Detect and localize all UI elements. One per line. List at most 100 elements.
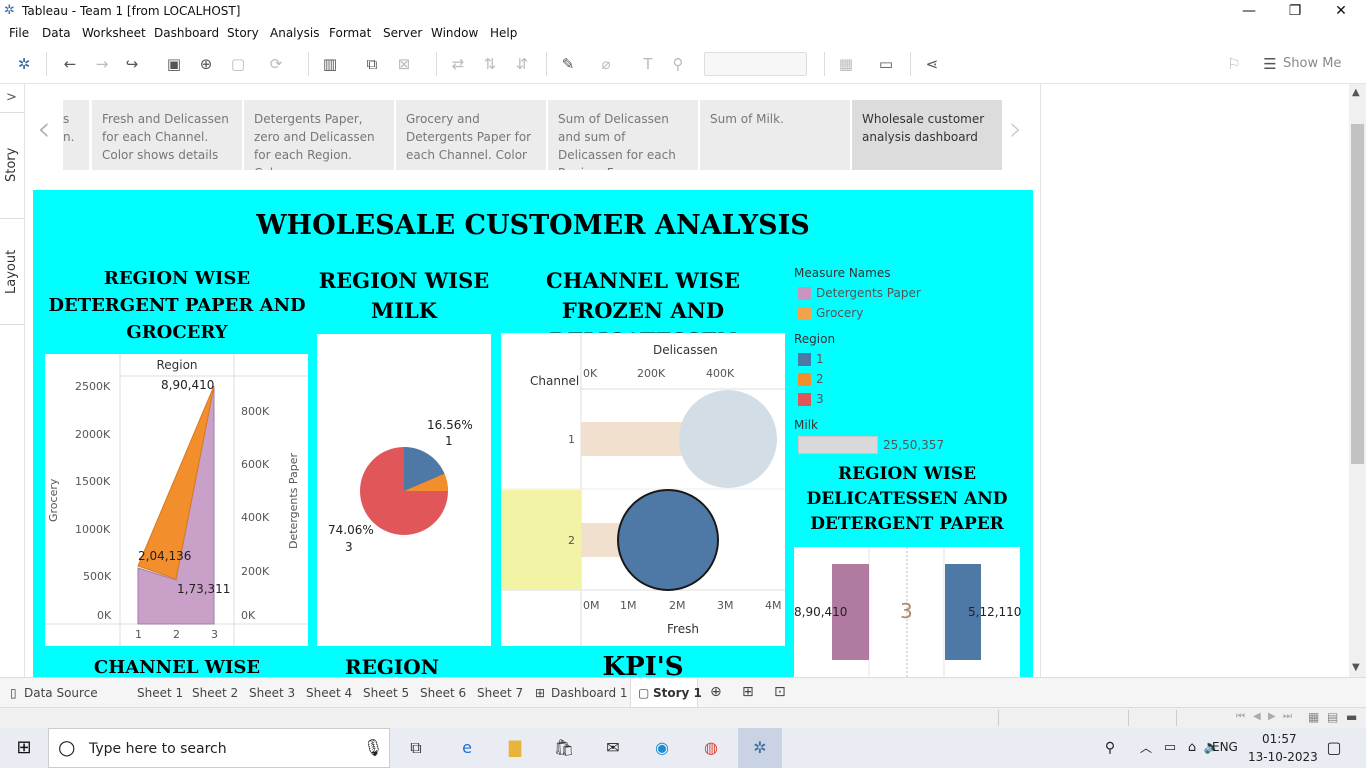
- show-me-label[interactable]: Show Me: [1283, 56, 1341, 71]
- store-icon[interactable]: 🛍: [552, 736, 576, 760]
- expand-icon[interactable]: >: [6, 90, 17, 105]
- vertical-scrollbar[interactable]: ▲ ▼: [1349, 84, 1366, 677]
- pause-updates-icon[interactable]: ▢: [228, 54, 248, 74]
- tab-sheet-7[interactable]: Sheet 7: [477, 686, 523, 700]
- taskbar-search[interactable]: ○ Type here to search 🎙: [48, 728, 390, 768]
- clock-time[interactable]: 01:57: [1262, 732, 1297, 746]
- legend-region-1[interactable]: 1: [816, 352, 824, 366]
- new-worksheet-icon[interactable]: ▥: [320, 54, 340, 74]
- language-indicator[interactable]: ENG: [1212, 740, 1238, 754]
- scroll-down-icon[interactable]: ▼: [1352, 662, 1360, 673]
- tab-layout[interactable]: Layout: [4, 250, 19, 294]
- story-tab-icon: ▢: [638, 686, 650, 700]
- show-me-icon[interactable]: ☰: [1260, 54, 1280, 74]
- legend-region-2[interactable]: 2: [816, 372, 824, 386]
- tab-sheet-2[interactable]: Sheet 2: [192, 686, 238, 700]
- tab-view-icon[interactable]: ▬: [1346, 710, 1357, 724]
- file-explorer-icon[interactable]: ▇: [503, 736, 527, 760]
- menu-story[interactable]: Story: [227, 26, 259, 40]
- labels-icon[interactable]: T: [638, 54, 658, 74]
- next-page-icon[interactable]: ▶: [1268, 711, 1276, 722]
- task-view-icon[interactable]: ⧉: [404, 736, 428, 760]
- menu-format[interactable]: Format: [329, 26, 371, 40]
- tray-chevron-icon[interactable]: ︿: [1134, 736, 1158, 760]
- story-point-detergents[interactable]: Detergents Paper, zero and Delicassen fo…: [244, 100, 394, 170]
- tab-sheet-3[interactable]: Sheet 3: [249, 686, 295, 700]
- refresh-icon[interactable]: ⟳: [266, 54, 286, 74]
- menu-help[interactable]: Help: [490, 26, 517, 40]
- share-icon[interactable]: ⋖: [922, 54, 942, 74]
- filmstrip-view-icon[interactable]: ▤: [1327, 710, 1338, 724]
- tab-story-1[interactable]: Story 1: [653, 686, 702, 700]
- edge-icon[interactable]: ◉: [650, 736, 674, 760]
- legend-grocery[interactable]: Grocery: [816, 306, 863, 320]
- pie-label-pct-3: 74.06%: [328, 523, 374, 537]
- notifications-icon[interactable]: ▢: [1322, 736, 1346, 760]
- scroll-thumb[interactable]: [1351, 124, 1364, 464]
- menu-worksheet[interactable]: Worksheet: [82, 26, 146, 40]
- save-icon[interactable]: ▣: [164, 54, 184, 74]
- sort-ascending-icon[interactable]: ⇅: [480, 54, 500, 74]
- clear-sheet-icon[interactable]: ⊠: [394, 54, 414, 74]
- story-point-grocery[interactable]: Grocery and Detergents Paper for each Ch…: [396, 100, 546, 170]
- story-point-dashboard[interactable]: Wholesale customer analysis dashboard: [852, 100, 1002, 170]
- grid-view-icon[interactable]: ▦: [1308, 710, 1319, 724]
- windows-start-icon[interactable]: ⊞: [12, 736, 36, 760]
- story-point-milk[interactable]: Sum of Milk.: [700, 100, 850, 170]
- highlight-icon[interactable]: ✎: [558, 54, 578, 74]
- undo-icon[interactable]: ←: [60, 54, 80, 74]
- clock-date[interactable]: 13-10-2023: [1248, 750, 1318, 764]
- legend-detergents-paper[interactable]: Detergents Paper: [816, 286, 921, 300]
- sort-descending-icon[interactable]: ⇵: [512, 54, 532, 74]
- duplicate-icon[interactable]: ⧉: [362, 54, 382, 74]
- close-button[interactable]: ✕: [1318, 0, 1364, 22]
- menu-analysis[interactable]: Analysis: [270, 26, 319, 40]
- replay-icon[interactable]: ↪: [122, 54, 142, 74]
- new-worksheet-tab-icon[interactable]: ⊕: [710, 684, 722, 700]
- edge-legacy-icon[interactable]: e: [455, 736, 479, 760]
- menu-server[interactable]: Server: [383, 26, 422, 40]
- minimize-button[interactable]: —: [1226, 0, 1272, 22]
- story-point-delicassen[interactable]: Sum of Delicassen and sum of Delicassen …: [548, 100, 698, 170]
- story-point-partial[interactable]: s n.: [63, 100, 89, 170]
- new-story-tab-icon[interactable]: ⊡: [774, 684, 786, 700]
- card-icon[interactable]: ▦: [836, 54, 856, 74]
- people-icon[interactable]: ⚲: [1098, 736, 1122, 760]
- group-icon[interactable]: ⌀: [596, 54, 616, 74]
- menu-window[interactable]: Window: [431, 26, 478, 40]
- tab-sheet-5[interactable]: Sheet 5: [363, 686, 409, 700]
- battery-icon[interactable]: ▭: [1158, 736, 1182, 760]
- last-page-icon[interactable]: ⏭: [1283, 711, 1292, 722]
- format-painter-icon[interactable]: ⚐: [1224, 54, 1244, 74]
- first-page-icon[interactable]: ⏮: [1236, 711, 1245, 722]
- tab-sheet-4[interactable]: Sheet 4: [306, 686, 352, 700]
- new-datasource-icon[interactable]: ⊕: [196, 54, 216, 74]
- presentation-icon[interactable]: ▭: [876, 54, 896, 74]
- new-dashboard-tab-icon[interactable]: ⊞: [742, 684, 754, 700]
- menu-dashboard[interactable]: Dashboard: [154, 26, 219, 40]
- tableau-taskbar-icon[interactable]: ✲: [748, 736, 772, 760]
- microphone-icon[interactable]: 🎙: [363, 738, 383, 757]
- next-story-point-icon[interactable]: ›: [1009, 109, 1023, 149]
- menu-data[interactable]: Data: [42, 26, 71, 40]
- menu-file[interactable]: File: [9, 26, 29, 40]
- tab-story[interactable]: Story: [4, 148, 19, 182]
- legend-swatch-detergents: [798, 287, 811, 300]
- tab-sheet-6[interactable]: Sheet 6: [420, 686, 466, 700]
- tab-data-source[interactable]: Data Source: [24, 686, 98, 700]
- scroll-up-icon[interactable]: ▲: [1352, 87, 1360, 98]
- tab-sheet-1[interactable]: Sheet 1: [137, 686, 183, 700]
- mail-icon[interactable]: ✉: [601, 736, 625, 760]
- fit-dropdown[interactable]: [704, 52, 807, 76]
- previous-story-point-icon[interactable]: ‹: [37, 109, 51, 149]
- prev-page-icon[interactable]: ◀: [1253, 711, 1261, 722]
- redo-icon[interactable]: →: [92, 54, 112, 74]
- tableau-home-icon[interactable]: ✲: [14, 54, 34, 74]
- restore-button[interactable]: ❐: [1272, 0, 1318, 22]
- legend-region-3[interactable]: 3: [816, 392, 824, 406]
- swap-icon[interactable]: ⇄: [448, 54, 468, 74]
- tab-dashboard-1[interactable]: Dashboard 1: [551, 686, 628, 700]
- pin-icon[interactable]: ⚲: [668, 54, 688, 74]
- story-point-fresh-delicassen[interactable]: Fresh and Delicassen for each Channel. C…: [92, 100, 242, 170]
- chrome-icon[interactable]: ◍: [699, 736, 723, 760]
